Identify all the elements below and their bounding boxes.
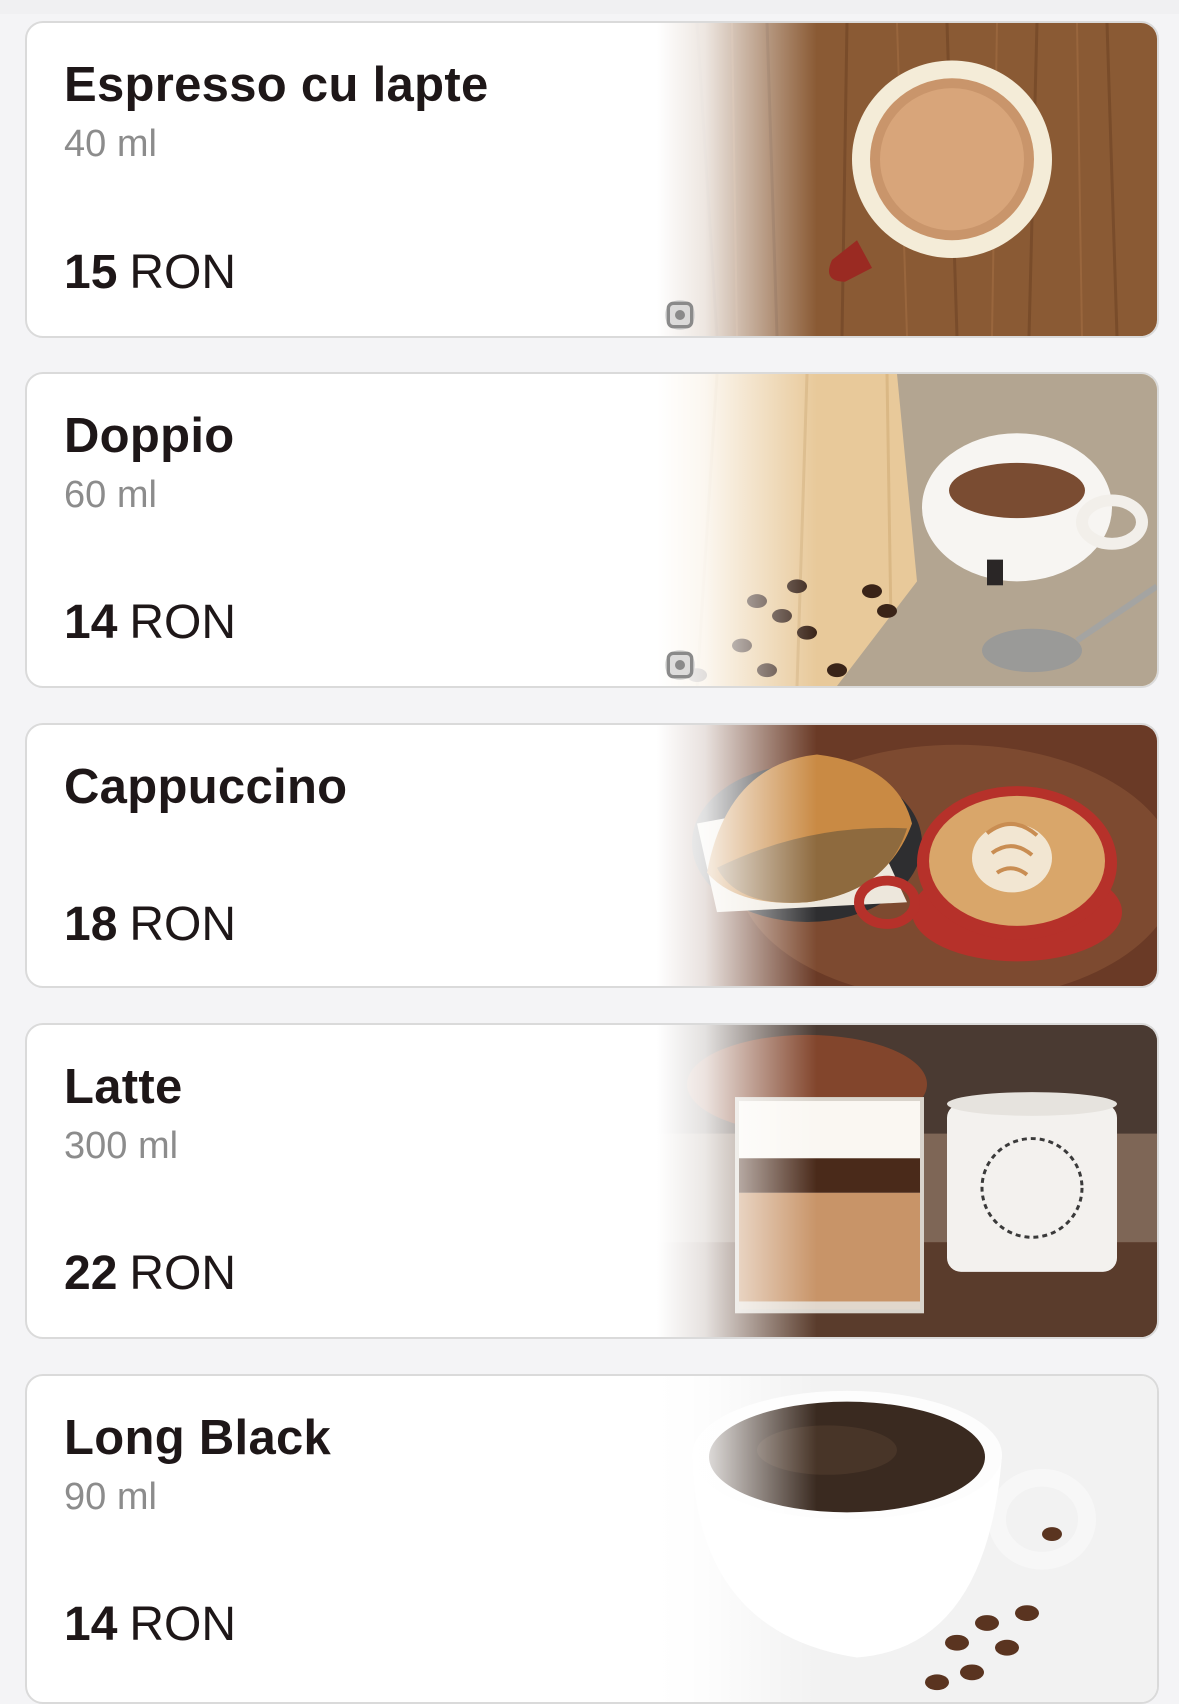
price-currency: RON [129, 246, 237, 299]
menu-item-info: Long Black 90 ml 14 RON [64, 1376, 624, 1702]
price-amount: 15 [64, 246, 118, 299]
image-fade [657, 23, 817, 336]
image-fade [657, 725, 817, 986]
price-amount: 14 [64, 1598, 118, 1651]
menu-item-price: 14 RON [64, 1597, 236, 1652]
price-amount: 22 [64, 1247, 118, 1300]
cappuccino-croissant-photo[interactable] [657, 725, 1157, 986]
image-fade [657, 374, 817, 686]
price-currency: RON [129, 1598, 237, 1651]
price-amount: 18 [64, 898, 118, 951]
menu-item-info: Doppio 60 ml 14 RON [64, 374, 624, 686]
menu-item-espresso-cu-lapte[interactable]: Espresso cu lapte 40 ml 15 RON [25, 21, 1159, 338]
latte-glass-photo[interactable] [657, 1025, 1157, 1337]
menu-item-title: Cappuccino [64, 760, 348, 814]
image-fade [657, 1376, 817, 1702]
menu-list: Espresso cu lapte 40 ml 15 RON Doppio 60… [0, 0, 1179, 1704]
menu-item-price: 18 RON [64, 897, 236, 952]
price-currency: RON [129, 898, 237, 951]
price-amount: 14 [64, 596, 118, 649]
menu-item-doppio[interactable]: Doppio 60 ml 14 RON [25, 372, 1159, 688]
menu-item-title: Latte [64, 1060, 183, 1114]
menu-item-price: 22 RON [64, 1246, 236, 1301]
doppio-cup-photo[interactable] [657, 374, 1157, 686]
menu-item-volume: 300 ml [64, 1125, 179, 1167]
price-currency: RON [129, 1247, 237, 1300]
price-currency: RON [129, 596, 237, 649]
menu-item-info: Espresso cu lapte 40 ml 15 RON [64, 23, 624, 336]
menu-item-title: Espresso cu lapte [64, 58, 489, 112]
image-search-icon[interactable] [665, 300, 695, 330]
menu-item-volume: 60 ml [64, 474, 157, 516]
menu-item-info: Cappuccino 18 RON [64, 725, 624, 986]
menu-item-volume: 40 ml [64, 123, 157, 165]
menu-item-latte[interactable]: Latte 300 ml 22 RON [25, 1023, 1159, 1339]
menu-item-volume: 90 ml [64, 1476, 157, 1518]
menu-item-title: Long Black [64, 1411, 332, 1465]
image-fade [657, 1025, 817, 1337]
menu-item-price: 14 RON [64, 595, 236, 650]
espresso-with-milk-cup-photo[interactable] [657, 23, 1157, 336]
menu-item-cappuccino[interactable]: Cappuccino 18 RON [25, 723, 1159, 988]
menu-item-info: Latte 300 ml 22 RON [64, 1025, 624, 1337]
menu-item-title: Doppio [64, 409, 235, 463]
image-search-icon[interactable] [665, 650, 695, 680]
menu-item-long-black[interactable]: Long Black 90 ml 14 RON [25, 1374, 1159, 1704]
long-black-cup-photo[interactable] [657, 1376, 1157, 1702]
menu-item-price: 15 RON [64, 245, 236, 300]
